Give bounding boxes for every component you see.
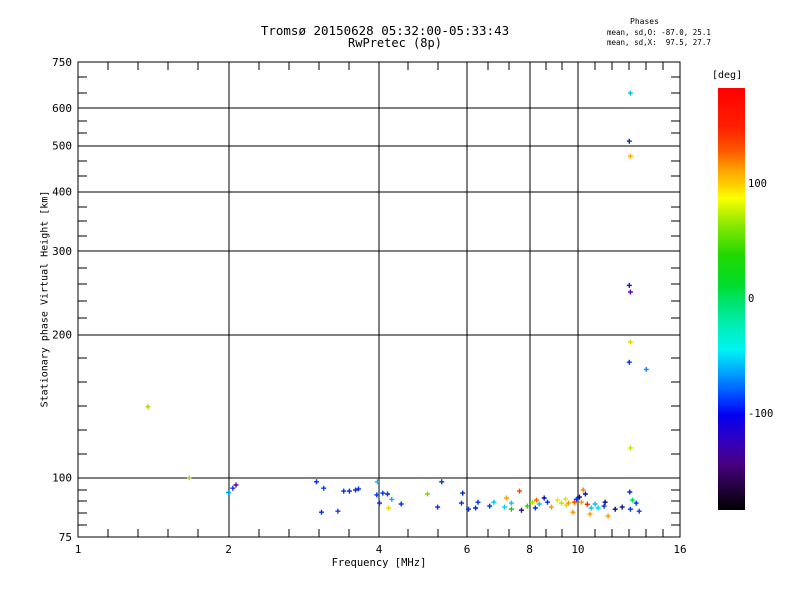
data-point — [377, 500, 382, 506]
x-tick-labels: 1 2 4 6 8 10 16 — [75, 543, 687, 556]
data-point — [643, 366, 649, 372]
data-point — [584, 501, 590, 507]
data-point — [532, 505, 538, 511]
data-point — [587, 511, 593, 517]
data-point — [636, 508, 642, 514]
y-tick-labels: 75 100 200 300 400 500 600 750 — [52, 56, 72, 544]
data-point — [502, 504, 507, 510]
colorbar-title: [deg] — [712, 70, 743, 81]
data-point — [504, 495, 510, 501]
data-point — [386, 505, 392, 511]
data-point — [541, 495, 547, 501]
data-point — [435, 504, 441, 510]
data-point — [627, 489, 633, 495]
y-axis-title: Stationary phase Virtual Height [km] — [39, 190, 51, 408]
data-point — [602, 499, 608, 505]
data-point — [389, 496, 395, 502]
data-point — [626, 359, 632, 365]
svg-text:75: 75 — [59, 531, 72, 544]
data-point — [186, 475, 192, 481]
svg-text:200: 200 — [52, 329, 72, 342]
data-point — [633, 500, 639, 506]
data-point — [460, 490, 466, 496]
svg-text:500: 500 — [52, 140, 72, 153]
data-point — [595, 505, 601, 511]
gridlines — [78, 62, 680, 537]
svg-text:6: 6 — [464, 543, 471, 556]
svg-text:100: 100 — [52, 472, 72, 485]
data-point — [559, 500, 564, 506]
data-point — [627, 506, 633, 512]
data-point — [629, 497, 635, 503]
ionogram-figure: Tromsø 20150628 05:32:00-05:33:43 RwPret… — [0, 0, 800, 600]
data-point — [230, 485, 236, 491]
data-point — [425, 491, 430, 497]
colorbar-tick-label: 0 — [748, 293, 755, 305]
data-point — [536, 501, 542, 507]
data-point — [508, 500, 514, 506]
data-point — [562, 496, 568, 502]
svg-text:600: 600 — [52, 102, 72, 115]
data-point — [626, 282, 632, 288]
data-point — [439, 479, 445, 485]
data-point — [627, 90, 633, 96]
data-point — [555, 497, 560, 503]
svg-text:8: 8 — [526, 543, 533, 556]
data-point — [335, 508, 341, 514]
data-point — [314, 479, 319, 485]
data-point — [519, 507, 524, 513]
data-point — [319, 509, 324, 515]
data-point — [570, 509, 576, 515]
svg-text:1: 1 — [75, 543, 82, 556]
svg-text:10: 10 — [571, 543, 584, 556]
svg-text:300: 300 — [52, 245, 72, 258]
data-point — [346, 488, 352, 494]
phase-colorbar — [718, 88, 745, 510]
data-point — [226, 490, 231, 496]
svg-text:16: 16 — [673, 543, 686, 556]
data-point — [627, 153, 633, 159]
data-point — [545, 499, 550, 505]
data-point — [475, 499, 481, 505]
data-point — [612, 506, 618, 512]
data-point — [627, 339, 633, 345]
data-point — [548, 504, 554, 510]
data-point — [508, 506, 514, 512]
svg-text:750: 750 — [52, 56, 72, 69]
svg-text:2: 2 — [225, 543, 232, 556]
data-point — [592, 501, 598, 507]
data-point — [321, 485, 327, 491]
data-point — [385, 491, 390, 497]
data-point — [524, 503, 530, 509]
data-point — [517, 488, 522, 494]
scatter-plot: 1 2 4 6 8 10 16 75 100 200 300 400 500 600 750 — [52, 56, 687, 556]
data-point — [627, 445, 633, 451]
data-points — [145, 90, 649, 519]
x-axis-title: Frequency [MHz] — [331, 557, 427, 569]
colorbar-tick-label: 100 — [748, 177, 767, 190]
data-point — [341, 488, 347, 494]
data-point — [145, 404, 151, 410]
data-point — [487, 503, 493, 509]
data-point — [473, 505, 479, 511]
svg-text:400: 400 — [52, 186, 72, 199]
data-point — [459, 500, 464, 506]
data-point — [380, 490, 386, 496]
data-point — [619, 504, 625, 510]
colorbar-tick-label: -100 — [748, 408, 774, 421]
data-point — [398, 501, 404, 507]
data-point — [627, 289, 633, 295]
data-point — [233, 482, 239, 488]
data-point — [588, 505, 594, 511]
data-point — [491, 499, 497, 505]
svg-text:4: 4 — [376, 543, 383, 556]
data-point — [626, 138, 632, 144]
data-point — [605, 513, 611, 519]
data-point — [601, 503, 607, 509]
data-point — [578, 499, 584, 505]
